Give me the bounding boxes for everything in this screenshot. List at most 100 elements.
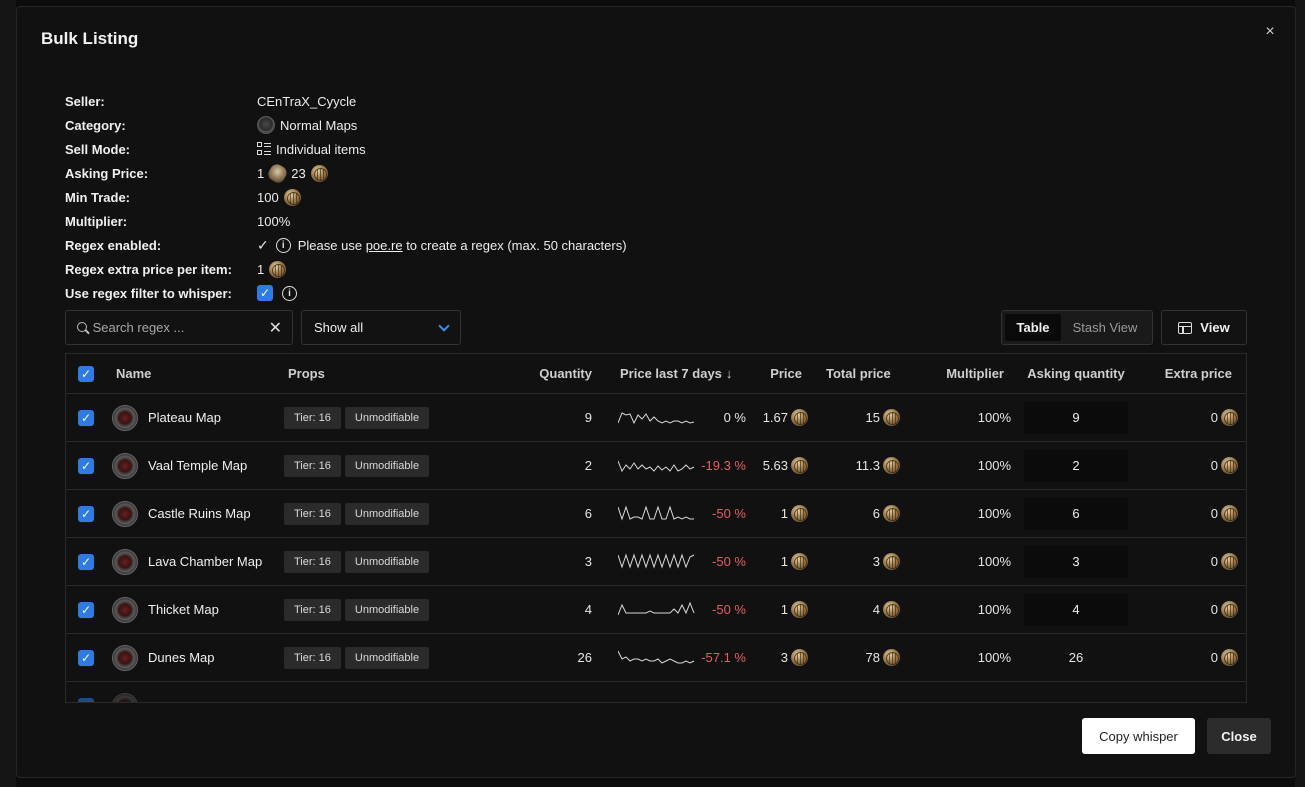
poe-re-link[interactable]: poe.re [366,238,403,253]
item-total-price: 4 [826,586,900,633]
item-multiplier: 100% [977,458,1011,473]
header-props[interactable]: Props [288,354,325,393]
tab-table[interactable]: Table [1005,314,1061,341]
listing-info: Seller: CEnTraX_Cyycle Category: Normal … [65,89,627,305]
unmodifiable-tag: Unmodifiable [344,646,430,669]
chaos-orb-icon [791,553,808,570]
header-asking-quantity[interactable]: Asking quantity [1026,354,1126,393]
row-checkbox[interactable]: ✓ [78,553,94,570]
category-label: Category: [65,117,126,133]
asking-quantity-input[interactable]: 6 [1024,497,1128,530]
item-total-price: 3 [826,538,900,585]
info-icon[interactable]: i [275,237,291,253]
row-checkbox[interactable]: ✓ [78,697,94,702]
asking-quantity-cell: 9 [1024,394,1128,441]
price-change: -50 % [712,602,746,617]
info-icon[interactable]: i [282,285,297,301]
use-regex-checkbox[interactable]: ✓ [257,285,273,301]
header-price-last-7-days[interactable]: Price last 7 days ↓ [620,354,750,393]
item-price: 1 [746,538,808,585]
item-price-value: 1 [780,554,788,569]
price-sparkline [618,394,696,441]
header-total-price[interactable]: Total price [826,354,902,393]
item-total-value: 78 [865,650,880,665]
item-total-value: 6 [872,506,880,521]
header-extra-price[interactable]: Extra price [1146,354,1232,393]
item-price: 1.67 [746,394,808,441]
asking-quantity-input[interactable]: 4 [1024,593,1128,626]
tier-tag: Tier: 16 [284,502,341,525]
header-price[interactable]: Price [746,354,802,393]
tab-stash-view[interactable]: Stash View [1061,314,1149,341]
item-extra-value: 0 [1210,602,1218,617]
item-props: Tier: 16 Unmodifiable [284,394,430,441]
asking-quantity-cell: 6 [1024,490,1128,537]
chaos-orb-icon [1221,553,1238,570]
clear-icon[interactable]: ✕ [269,318,282,338]
price-change: 0 % [723,410,746,425]
table-row: ✓ Dunes Map Tier: 16 Unmodifiable 26 -57… [66,634,1246,682]
map-icon [112,452,138,479]
price-sparkline [618,442,696,489]
asking-quantity-input[interactable]: 3 [1024,545,1128,578]
chaos-orb-icon [310,164,328,182]
row-checkbox[interactable]: ✓ [78,457,94,474]
multiplier-label: Multiplier: [65,213,128,229]
asking-quantity-input[interactable]: 9 [1024,401,1128,434]
info-regex-enabled: Regex enabled: ✓ i Please use poe.re to … [65,233,627,257]
chaos-orb-icon [1221,457,1238,474]
chaos-orb-icon [1221,601,1238,618]
min-trade-label: Min Trade: [65,189,131,205]
copy-whisper-button[interactable]: Copy whisper [1082,718,1195,754]
close-icon[interactable]: × [1261,23,1279,41]
chaos-orb-icon [1221,409,1238,426]
row-checkbox[interactable]: ✓ [78,409,94,426]
header-multiplier[interactable]: Multiplier [926,354,1004,393]
sell-mode-value: Individual items [276,141,366,157]
filter-select[interactable]: Show all [301,310,461,345]
table-header: ✓ Name Props Quantity Price last 7 days … [66,354,1246,394]
header-name[interactable]: Name [116,354,151,393]
item-total-value: 15 [865,410,880,425]
item-name: Dunes Map [148,650,215,665]
item-total-value: 3 [872,554,880,569]
item-total-value: 11.3 [855,458,880,473]
map-icon [257,116,275,134]
chaos-orb-icon [791,505,808,522]
item-extra-price: 0 [1146,394,1238,441]
row-checkbox[interactable]: ✓ [78,601,94,618]
item-price-value: 5.63 [762,458,788,473]
search-input[interactable] [92,320,269,335]
unmodifiable-tag: Unmodifiable [344,502,430,525]
row-checkbox[interactable]: ✓ [78,505,94,522]
item-total-price: 15 [826,394,900,441]
chevron-down-icon [438,319,450,332]
chaos-orb-icon [883,409,900,426]
view-toggle: Table Stash View [1001,310,1153,345]
regex-search-field[interactable]: ✕ [65,310,293,345]
item-price: 1 [746,490,808,537]
header-quantity[interactable]: Quantity [506,354,592,393]
regex-extra-label: Regex extra price per item: [65,261,232,277]
item-quantity: 26 [577,650,592,665]
asking-quantity-input[interactable]: 26 [1069,650,1083,665]
asking-quantity-cell: 4 [1024,586,1128,633]
tier-tag: Tier: 16 [284,406,341,429]
info-min-trade: Min Trade: 100 [65,185,627,209]
item-total-price: 11.3 [826,442,900,489]
item-price-value: 3 [780,650,788,665]
map-icon [112,644,138,671]
search-icon [76,321,87,335]
list-grid-icon [257,142,271,156]
row-checkbox[interactable]: ✓ [78,649,94,666]
multiplier-value: 100% [257,213,291,229]
info-asking-price: Asking Price: 1 23 [65,161,627,185]
asking-quantity-input[interactable]: 2 [1024,449,1128,482]
sell-mode-label: Sell Mode: [65,141,131,157]
close-button[interactable]: Close [1207,718,1271,754]
tier-tag: Tier: 16 [284,598,341,621]
view-button[interactable]: View [1161,310,1247,345]
select-all-checkbox[interactable]: ✓ [78,365,94,382]
info-use-regex: Use regex filter to whisper: ✓ i [65,281,627,305]
chaos-orb-icon [791,457,808,474]
